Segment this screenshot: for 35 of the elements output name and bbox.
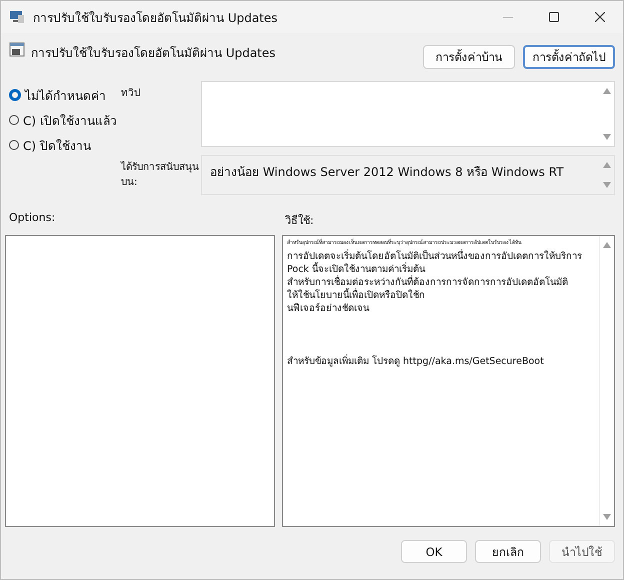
- next-setting-button[interactable]: การตั้งค่าถัดไป: [523, 45, 615, 69]
- ok-button[interactable]: OK: [401, 540, 467, 563]
- supported-label: ได้รับการสนับสนุนบน:: [121, 160, 200, 190]
- policy-title: การปรับใช้ใบรับรองโดยอัตโนมัติผ่าน Updates: [30, 45, 277, 62]
- help-text: การอัปเดตจะเริ่มต้นโดยอัตโนมัติเป็นส่วนหนึ่งของการอัปเดตการให้บริการ: [287, 250, 583, 262]
- help-text: นฟีเจอร์อย่างชัดเจน: [287, 302, 370, 315]
- options-label: Options:: [9, 211, 56, 226]
- previous-setting-button[interactable]: การตั้งค่าบ้าน: [423, 45, 515, 69]
- scroll-down-icon[interactable]: [603, 514, 611, 520]
- cancel-button[interactable]: ยกเลิก: [475, 540, 541, 563]
- help-text: ให้ใช้นโยบายนี้เพื่อเปิดหรือปิดใช้ก: [287, 289, 426, 302]
- maximize-icon[interactable]: [549, 12, 559, 22]
- scroll-up-icon[interactable]: [603, 242, 611, 248]
- window-title: การปรับใช้ใบรับรองโดยอัตโนมัติผ่าน Updates: [32, 10, 279, 26]
- policy-icon: [9, 41, 25, 57]
- scroll-up-icon[interactable]: [603, 88, 611, 94]
- radio-label[interactable]: C) ปิดใช้งาน: [23, 136, 91, 154]
- radio-label[interactable]: C) เปิดใช้งานแล้ว: [23, 110, 117, 130]
- radio-label[interactable]: ไม่ได้กำหนดค่า: [25, 86, 106, 104]
- app-icon: [9, 10, 25, 24]
- radio-button[interactable]: [9, 140, 19, 150]
- supported-text: อย่างน้อย Windows Server 2012 Windows 8 หรือ Windows RT: [209, 164, 565, 181]
- help-text: สำหรับการเชื่อมต่อระหว่างกันที่ต้องการการจัดการการอัปเดตอัตโนมัติ: [287, 276, 569, 288]
- help-label: วิธีใช้:: [285, 213, 314, 229]
- radio-button[interactable]: [9, 115, 19, 125]
- scroll-down-icon[interactable]: [603, 134, 611, 140]
- help-text: สำหรับข้อมูลเพิ่มเติม โปรดดู httpg//aka.ms/GetSecureBoot: [287, 355, 545, 368]
- close-icon[interactable]: [595, 12, 605, 22]
- comment-label: ทวิป: [121, 87, 141, 101]
- radio-button[interactable]: [9, 89, 21, 101]
- comment-field[interactable]: [201, 81, 615, 147]
- scroll-up-icon[interactable]: [603, 162, 611, 168]
- scroll-down-icon[interactable]: [603, 182, 611, 188]
- help-text: Pock นี้จะเปิดใช้งานตามค่าเริ่มต้น: [287, 263, 426, 275]
- minimize-icon[interactable]: [503, 16, 513, 18]
